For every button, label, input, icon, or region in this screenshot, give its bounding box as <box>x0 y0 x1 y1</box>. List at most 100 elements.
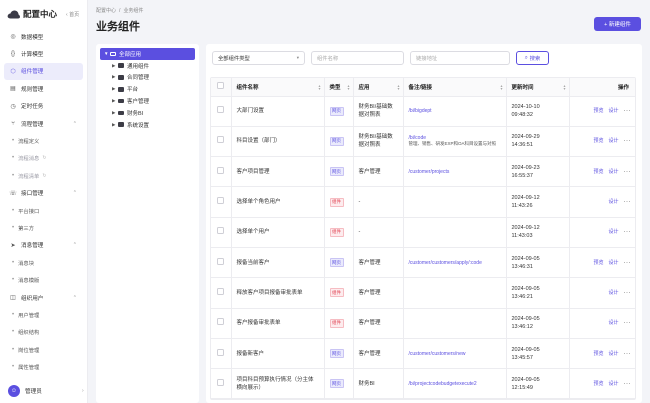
sidebar-subitem[interactable]: • 平台接口 <box>0 202 87 219</box>
select-all-checkbox[interactable] <box>211 78 232 97</box>
more-icon[interactable]: ··· <box>624 351 632 357</box>
table-row[interactable]: 大部门设置 网页 财务BI/基础数据对照表/bi/bigdept 2024-10-10… <box>211 96 635 127</box>
url-input[interactable]: 链接地址 <box>410 51 510 65</box>
sidebar-item[interactable]: ◷ 定时任务 <box>0 98 87 115</box>
more-icon[interactable]: ··· <box>624 108 632 114</box>
tree-item[interactable]: ▶ 合同管理 <box>100 72 195 84</box>
preview-button[interactable]: 预览 <box>593 351 603 357</box>
table-row[interactable]: 选择单个用户 组件 - 2024-09-12 11:43:03 设计 ··· <box>211 217 635 248</box>
tree-item[interactable]: ▶ 财务BI <box>100 107 195 119</box>
sidebar-subitem[interactable]: • 流程清单 ↻ <box>0 167 87 184</box>
row-checkbox[interactable] <box>211 156 232 188</box>
preview-button[interactable]: 预览 <box>593 108 603 114</box>
type-select[interactable]: 全部组件类型 ▾ <box>212 51 305 65</box>
row-checkbox[interactable] <box>211 217 232 248</box>
sidebar-subitem[interactable]: • 属性管理 <box>0 358 87 375</box>
sidebar-group[interactable]: ⑂ 流程管理 ⌃ <box>0 115 87 132</box>
more-icon[interactable]: ··· <box>624 290 632 296</box>
more-icon[interactable]: ··· <box>624 138 632 144</box>
sidebar-group[interactable]: ◫ 组织用户 ⌃ <box>0 289 87 306</box>
sidebar-item[interactable]: ◎ 数据模型 <box>0 28 87 45</box>
breadcrumb-item[interactable]: 配置中心 <box>96 8 116 14</box>
sidebar-subitem[interactable]: • 组织结构 <box>0 324 87 341</box>
sidebar-group[interactable]: ☏ 接口管理 ⌃ <box>0 185 87 202</box>
design-button[interactable]: 设计 <box>608 199 618 205</box>
type-badge: 网页 <box>329 106 344 116</box>
column-header-type[interactable]: 类型 ▴ ▾ <box>324 78 354 97</box>
design-button[interactable]: 设计 <box>608 108 618 114</box>
sidebar-subitem[interactable]: • 第三方 <box>0 219 87 236</box>
design-button[interactable]: 设计 <box>608 229 618 235</box>
new-component-button[interactable]: + 新建组件 <box>594 17 641 31</box>
sidebar-subitem[interactable]: • 岗位管理 <box>0 341 87 358</box>
design-button[interactable]: 设计 <box>608 260 618 266</box>
table-row[interactable]: 释放客户项目报备审批表单 组件 客户管理 2024-09-05 13:46:21 设计 ··… <box>211 277 635 309</box>
more-icon[interactable]: ··· <box>624 169 632 175</box>
column-header-app[interactable]: 应用 ▴ ▾ <box>353 78 404 97</box>
updated-date: 2024-09-12 <box>511 195 540 202</box>
preview-button[interactable]: 预览 <box>593 381 603 387</box>
bullet-icon: • <box>12 172 15 179</box>
table-row[interactable]: 报备当前客户 网页 客户管理/customer/customers/apply/:c… <box>211 247 635 279</box>
bullet-icon: • <box>12 155 15 162</box>
design-button[interactable]: 设计 <box>608 138 618 144</box>
tree-item[interactable]: ▶ 平台 <box>100 83 195 95</box>
table-row[interactable]: 客户项目管理 网页 客户管理/customer/projects 2024-09-23… <box>211 156 635 188</box>
component-link[interactable]: /bi/bigdept <box>409 108 501 114</box>
design-button[interactable]: 设计 <box>608 351 618 357</box>
row-checkbox[interactable] <box>211 186 232 218</box>
sidebar-subitem[interactable]: • 流程消息 ↻ <box>0 150 87 167</box>
column-header-name[interactable]: 组件名称 ▴ ▾ <box>231 78 325 97</box>
sidebar-subitem[interactable]: • 消息模版 <box>0 271 87 288</box>
design-button[interactable]: 设计 <box>608 381 618 387</box>
sidebar-group[interactable]: ➤ 消息管理 ⌃ <box>0 237 87 254</box>
more-icon[interactable]: ··· <box>624 229 632 235</box>
row-checkbox[interactable] <box>211 277 232 309</box>
row-checkbox[interactable] <box>211 96 232 127</box>
table-row[interactable]: 科目设置（部门） 网页 财务BI/基础数据对照表/bi/code 管理、销售、研发EX… <box>211 126 635 158</box>
row-checkbox[interactable] <box>211 126 232 158</box>
sidebar-item[interactable]: ▤ 规则管理 <box>0 80 87 97</box>
table-row[interactable]: 选择单个角色用户 组件 - 2024-09-12 11:43:26 设计 ··· <box>211 186 635 218</box>
component-link[interactable]: /bi/projectcodebudgetexecute2 <box>409 381 501 387</box>
row-checkbox[interactable] <box>211 308 232 339</box>
component-link[interactable]: /customer/customers/apply/:code <box>409 260 501 266</box>
tree-item-root[interactable]: ▼ 全部应用 <box>100 48 195 60</box>
design-button[interactable]: 设计 <box>608 169 618 175</box>
column-header-link[interactable]: 备注/链接 ▴ ▾ <box>403 78 507 97</box>
row-checkbox[interactable] <box>211 338 232 370</box>
preview-button[interactable]: 预览 <box>593 260 603 266</box>
sidebar-item[interactable]: ⬡ 组件管理 <box>4 62 83 81</box>
cell-updated: 2024-09-05 13:46:12 <box>506 308 570 339</box>
name-input[interactable]: 组件名称 <box>311 51 404 65</box>
more-icon[interactable]: ··· <box>624 199 632 205</box>
more-icon[interactable]: ··· <box>624 260 632 266</box>
chevron-up-icon: ⌃ <box>72 120 77 127</box>
sidebar-item[interactable]: {} 计算模型 <box>0 45 87 62</box>
tree-item[interactable]: ▶ 系统设置 <box>100 119 195 131</box>
row-checkbox[interactable] <box>211 368 232 400</box>
sidebar-subitem[interactable]: • 用户管理 <box>0 306 87 323</box>
search-button[interactable]: ⌕ 搜索 <box>516 51 549 65</box>
more-icon[interactable]: ··· <box>624 381 632 387</box>
table-row[interactable]: 报备新客户 网页 客户管理/customer/customers/new 2024-0… <box>211 338 635 370</box>
row-checkbox[interactable] <box>211 247 232 279</box>
design-button[interactable]: 设计 <box>608 290 618 296</box>
cell-actions: 设计 ··· <box>569 217 635 248</box>
table-row[interactable]: 客户报备审批表单 组件 客户管理 2024-09-05 13:46:12 设计 ··· <box>211 308 635 339</box>
column-header-updated[interactable]: 更新时间 ▴ ▾ <box>506 78 570 97</box>
table-row[interactable]: 项目科目预算执行情况（分主体横向展示） 网页 财务BI/bi/projectcode… <box>211 368 635 400</box>
preview-button[interactable]: 预览 <box>593 138 603 144</box>
component-link[interactable]: /customer/customers/new <box>409 351 501 357</box>
preview-button[interactable]: 预览 <box>593 169 603 175</box>
design-button[interactable]: 设计 <box>608 320 618 326</box>
user-menu[interactable]: ☺ 管理员 › <box>8 385 84 397</box>
component-link[interactable]: /customer/projects <box>409 169 501 175</box>
sidebar-subitem[interactable]: • 消息块 <box>0 254 87 271</box>
tree-item[interactable]: ▶ 通用组件 <box>100 60 195 72</box>
cell-name: 释放客户项目报备审批表单 <box>231 277 325 309</box>
home-link[interactable]: ‹ 首页 <box>66 11 79 18</box>
tree-item[interactable]: ▶ 客户管理 <box>100 95 195 107</box>
more-icon[interactable]: ··· <box>624 320 632 326</box>
sidebar-subitem[interactable]: • 流程定义 <box>0 132 87 149</box>
